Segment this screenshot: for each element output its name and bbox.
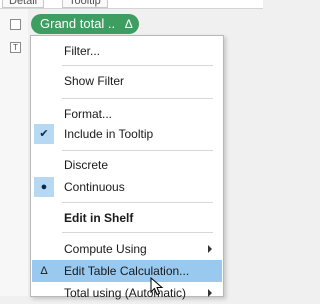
menu-item-show-filter[interactable]: Show Filter [32,70,222,92]
menu-separator [62,65,213,66]
table-calc-delta-icon: Δ [124,17,133,31]
menu-item-format[interactable]: Format... [32,103,222,125]
color-mark-icon [10,19,21,30]
shelf-header: Detail Tooltip [0,0,263,9]
menu-item-discrete[interactable]: Discrete [32,154,222,176]
menu-item-edit-table-calculation[interactable]: Δ Edit Table Calculation... [32,260,222,282]
menu-item-label: Continuous [64,180,125,194]
pill-label: Grand total .. [40,16,116,31]
detail-card-label[interactable]: Detail [2,0,45,8]
checkmark-icon: ✔ [39,128,49,140]
menu-item-label: Total using (Automatic) [64,286,187,300]
menu-item-label: Filter... [64,44,101,58]
tooltip-card-label[interactable]: Tooltip [62,0,108,8]
menu-separator [62,232,213,233]
menu-item-label: Format... [64,107,113,121]
submenu-arrow-icon [208,245,212,253]
menu-item-compute-using[interactable]: Compute Using [32,238,222,260]
menu-item-continuous[interactable]: ● Continuous [32,176,222,198]
marks-panel: T [0,9,28,296]
delta-icon: Δ [40,265,48,277]
text-mark-icon: T [10,42,21,53]
menu-item-label: Include in Tooltip [64,127,154,141]
grand-total-pill[interactable]: Grand total .. Δ [31,14,139,34]
radio-dot-icon: ● [40,181,48,193]
menu-item-edit-in-shelf[interactable]: Edit in Shelf [32,207,222,229]
menu-item-label: Discrete [64,158,109,172]
menu-separator [62,150,213,151]
menu-item-label: Show Filter [64,74,125,88]
menu-item-label: Edit in Shelf [64,211,134,225]
menu-item-label: Compute Using [64,242,147,256]
context-menu: Filter... Show Filter Format... ✔ Includ… [30,35,224,300]
menu-item-label: Edit Table Calculation... [64,264,190,278]
menu-item-filter[interactable]: Filter... [32,40,222,62]
menu-item-include-in-tooltip[interactable]: ✔ Include in Tooltip [32,123,222,145]
menu-separator [62,202,213,203]
menu-item-total-using[interactable]: Total using (Automatic) [32,282,222,304]
mouse-pointer-icon [150,277,164,296]
menu-separator [62,98,213,99]
